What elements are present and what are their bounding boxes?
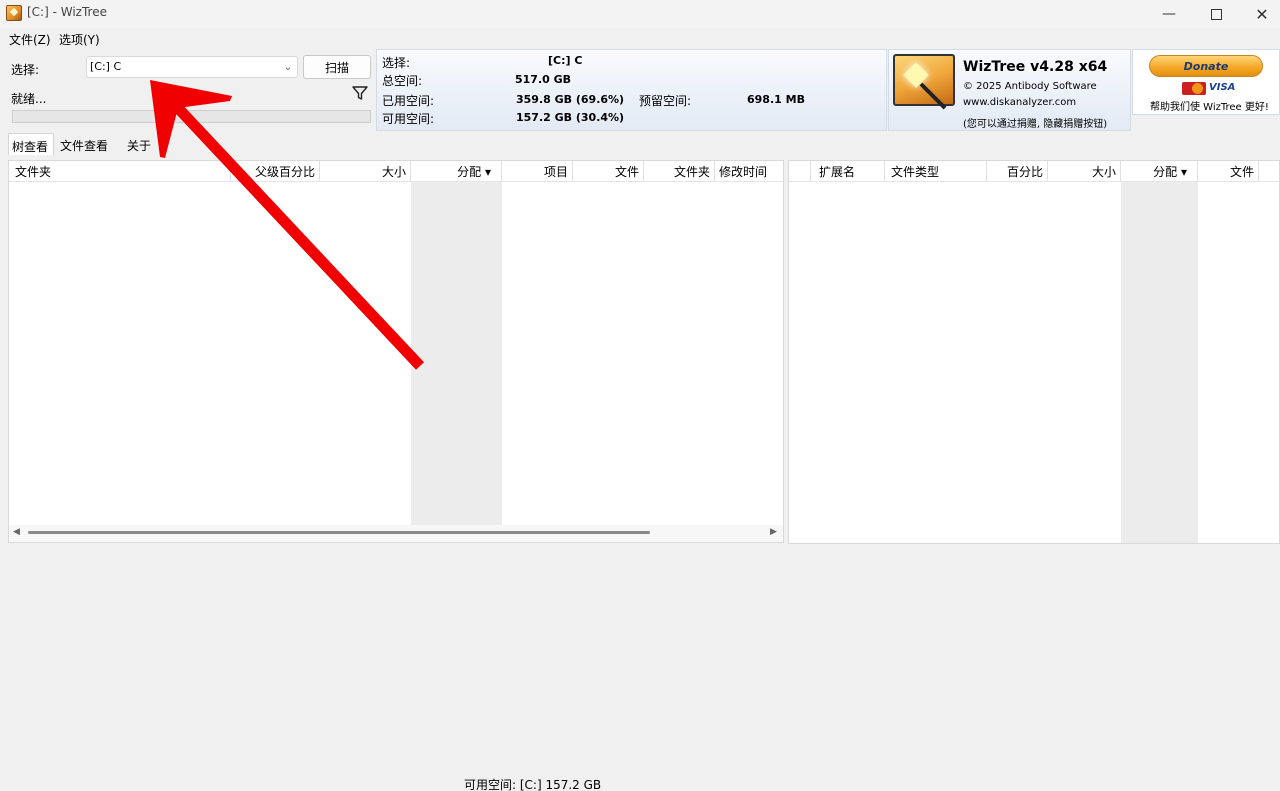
col-color-header[interactable]: [789, 161, 811, 181]
tab-tree-view[interactable]: 树查看: [8, 133, 54, 155]
total-space-label: 总空间:: [382, 74, 423, 88]
close-icon[interactable]: ✕: [1239, 0, 1280, 28]
total-space-value: 517.0 GB: [515, 73, 572, 86]
chevron-down-icon[interactable]: ⌄: [280, 57, 296, 77]
col-folders-header[interactable]: 文件夹: [644, 161, 715, 181]
menu-options[interactable]: 选项(Y): [59, 31, 100, 48]
disk-info-panel: [376, 49, 887, 131]
tree-scroll-thumb[interactable]: [28, 531, 650, 534]
select-drive-label: 选择:: [11, 63, 40, 77]
info-select-label: 选择:: [382, 56, 411, 70]
donate-note: (您可以通过捐赠, 隐藏捐赠按钮): [963, 119, 1108, 130]
col-items-header[interactable]: 项目: [502, 161, 573, 181]
ext-header-divider: [789, 181, 1279, 182]
visa-logo: VISA: [1209, 82, 1236, 93]
col-allocated-header[interactable]: 分配 ▾: [411, 161, 502, 181]
col-files-header[interactable]: 文件: [573, 161, 644, 181]
col-modified-header[interactable]: 修改时间: [715, 161, 783, 181]
wiztree-logo-icon: [893, 54, 955, 106]
scan-button[interactable]: 扫描: [303, 55, 371, 79]
minimize-icon[interactable]: —: [1146, 0, 1192, 28]
status-label: 就绪...: [11, 92, 47, 106]
free-space-value: 157.2 GB (30.4%): [516, 111, 625, 124]
col-extension-header[interactable]: 扩展名: [811, 161, 885, 181]
tree-view-panel[interactable]: [8, 160, 784, 543]
scan-progress-bar: [12, 110, 371, 123]
free-space-label: 可用空间:: [382, 112, 435, 126]
donate-help-text: 帮助我们使 WizTree 更好!: [1150, 102, 1269, 113]
wiztree-app-icon: [6, 5, 22, 21]
reserved-space-label: 预留空间:: [639, 94, 692, 108]
statusbar-free-space: 可用空间: [C:] 157.2 GB: [464, 778, 602, 791]
copyright-text: © 2025 Antibody Software: [963, 81, 1097, 92]
used-space-label: 已用空间:: [382, 94, 435, 108]
col-percent-header[interactable]: 百分比: [987, 161, 1048, 181]
col-size-header[interactable]: 大小: [320, 161, 411, 181]
donate-button[interactable]: Donate: [1149, 55, 1263, 77]
tab-about[interactable]: 关于: [124, 133, 158, 155]
ext-allocated-column-highlight: [1121, 181, 1198, 543]
reserved-space-value: 698.1 MB: [747, 93, 805, 106]
tree-header-divider: [9, 181, 783, 182]
tree-allocated-column-highlight: [411, 181, 502, 525]
tab-file-view[interactable]: 文件查看: [57, 133, 115, 155]
col-ext-size-header[interactable]: 大小: [1048, 161, 1121, 181]
window-title: [C:] - WizTree: [27, 5, 107, 19]
title-bar: [0, 0, 1280, 28]
filter-icon[interactable]: [351, 84, 369, 102]
maximize-icon[interactable]: [1193, 0, 1239, 28]
extension-list-panel[interactable]: [788, 160, 1280, 544]
col-ext-files-header[interactable]: 文件: [1198, 161, 1259, 181]
col-file-type-header[interactable]: 文件类型: [885, 161, 987, 181]
mastercard-icon: [1182, 82, 1206, 95]
product-name: WizTree v4.28 x64: [963, 59, 1108, 75]
drive-select-value: [C:] C: [90, 60, 122, 73]
menu-bar: [0, 28, 1280, 48]
info-select-value: [C:] C: [548, 54, 583, 67]
col-ext-allocated-header[interactable]: 分配 ▾: [1121, 161, 1198, 181]
menu-file[interactable]: 文件(Z): [9, 31, 51, 48]
used-space-value: 359.8 GB (69.6%): [516, 93, 625, 106]
scroll-right-icon[interactable]: ▶: [770, 527, 777, 537]
scroll-left-icon[interactable]: ◀: [13, 527, 20, 537]
col-parent-percent-header[interactable]: 父级百分比: [231, 161, 320, 181]
col-folder-header[interactable]: 文件夹: [9, 161, 231, 181]
website-link[interactable]: www.diskanalyzer.com: [963, 97, 1076, 108]
